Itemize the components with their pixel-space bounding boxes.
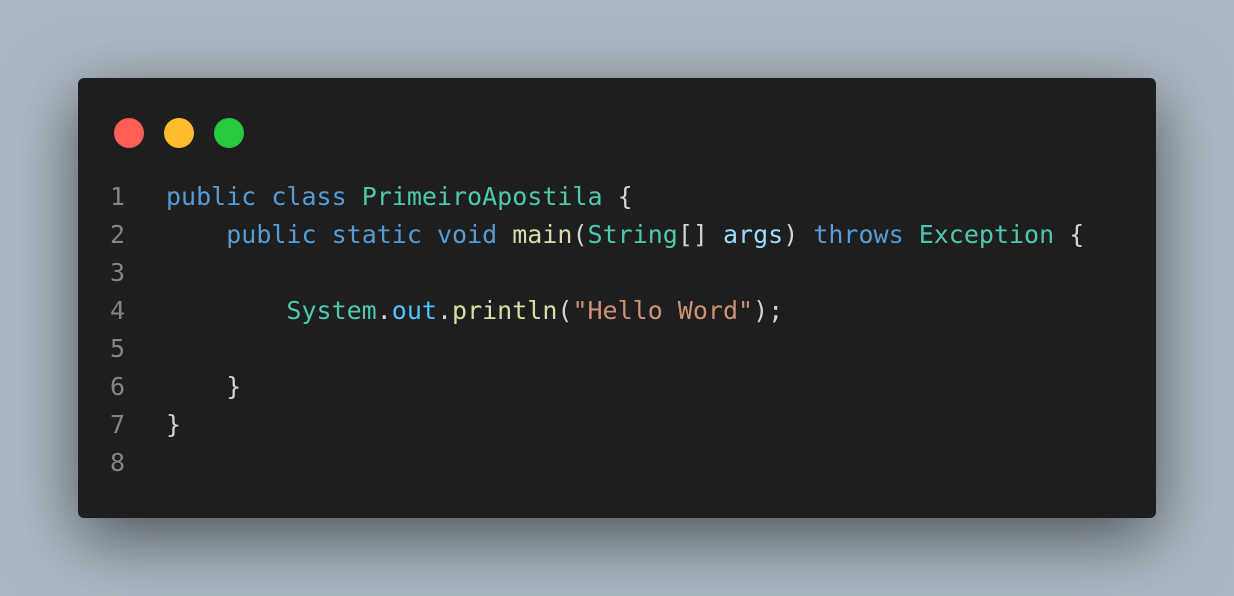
code-token: class (271, 182, 347, 211)
code-token: . (436, 296, 453, 325)
line-number: 4 (110, 296, 126, 325)
code-token: args (723, 220, 784, 249)
line-content: public static void main(String[] args) t… (166, 216, 1084, 254)
minimize-dot[interactable] (164, 118, 194, 148)
code-token: main (512, 220, 573, 249)
code-token: System (286, 296, 377, 325)
code-line: 4 System.out.println("Hello Word"); (78, 292, 1156, 330)
code-token: String (587, 220, 678, 249)
code-token: Exception (918, 220, 1055, 249)
line-number: 7 (110, 410, 126, 439)
code-line: 3 (78, 254, 1156, 292)
code-token: { (1054, 220, 1085, 249)
line-number: 1 (110, 182, 126, 211)
code-token: public (226, 220, 317, 249)
code-token: ) (783, 220, 814, 249)
code-line: 1 public class PrimeiroApostila { (78, 178, 1156, 216)
maximize-dot[interactable] (214, 118, 244, 148)
code-token: [] (677, 220, 723, 249)
code-token: } (226, 372, 242, 401)
code-token: println (452, 296, 558, 325)
code-block: 1 public class PrimeiroApostila {2 public… (78, 178, 1156, 482)
line-content: } (166, 368, 241, 406)
line-number: 6 (110, 372, 126, 401)
code-line: 8 (78, 444, 1156, 482)
code-token: out (391, 296, 437, 325)
code-token: . (376, 296, 392, 325)
code-token: { (602, 182, 633, 211)
code-token: static (331, 220, 422, 249)
code-token: ( (572, 220, 588, 249)
line-content: public class PrimeiroApostila { (166, 178, 633, 216)
code-token: public (166, 182, 257, 211)
code-token: ( (557, 296, 573, 325)
line-number: 3 (110, 258, 126, 287)
code-line: 2 public static void main(String[] args)… (78, 216, 1156, 254)
line-number: 8 (110, 448, 126, 477)
code-token: } (166, 410, 182, 439)
line-number: 2 (110, 220, 126, 249)
line-number: 5 (110, 334, 126, 363)
code-token: "Hello Word" (572, 296, 754, 325)
code-line: 5 (78, 330, 1156, 368)
window-controls (114, 118, 244, 148)
code-window: 1 public class PrimeiroApostila {2 public… (78, 78, 1156, 518)
code-line: 7} (78, 406, 1156, 444)
code-line: 6 } (78, 368, 1156, 406)
line-content: } (166, 406, 181, 444)
code-token: ); (753, 296, 784, 325)
code-token: PrimeiroApostila (361, 182, 603, 211)
code-token: throws (813, 220, 904, 249)
code-token: void (436, 220, 498, 249)
close-dot[interactable] (114, 118, 144, 148)
line-content: System.out.println("Hello Word"); (166, 292, 783, 330)
